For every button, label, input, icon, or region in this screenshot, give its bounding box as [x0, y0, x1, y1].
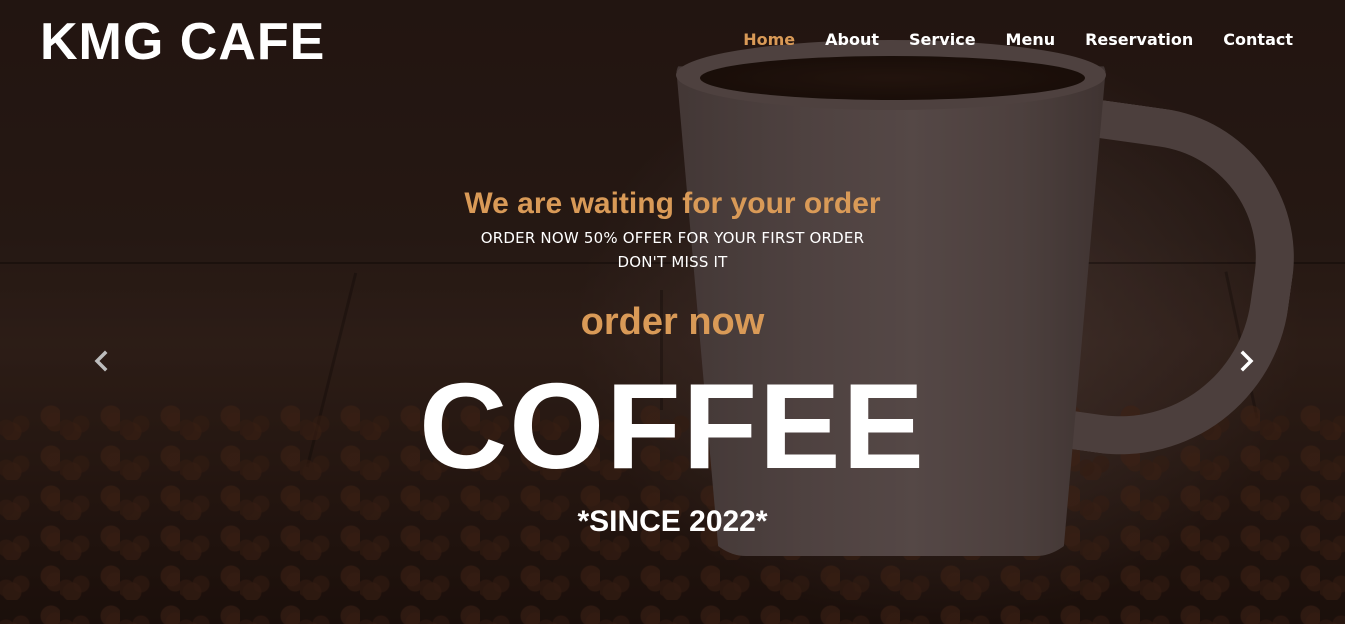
- main-nav: Home About Service Menu Reservation Cont…: [743, 28, 1293, 52]
- nav-about-link[interactable]: About: [825, 28, 879, 52]
- hero-subheading: We are waiting for your order: [464, 187, 881, 220]
- carousel-next-button[interactable]: [1234, 346, 1260, 376]
- promo-line-1: ORDER NOW 50% OFFER FOR YOUR FIRST ORDER: [480, 229, 865, 247]
- since-text: *SINCE 2022*: [577, 505, 768, 538]
- hero-headline: COFFEE: [419, 358, 926, 494]
- nav-reservation-link[interactable]: Reservation: [1085, 28, 1193, 52]
- nav-service-link[interactable]: Service: [909, 28, 976, 52]
- nav-menu-link[interactable]: Menu: [1006, 28, 1056, 52]
- nav-home-link[interactable]: Home: [743, 28, 795, 52]
- carousel-prev-button[interactable]: [88, 346, 114, 376]
- nav-contact-link[interactable]: Contact: [1223, 28, 1293, 52]
- chevron-right-icon: [1240, 350, 1254, 372]
- hero-content: We are waiting for your order ORDER NOW …: [0, 184, 1345, 540]
- site-logo[interactable]: KMG CAFE: [40, 12, 325, 72]
- promo-line-2: DON'T MISS IT: [617, 253, 728, 271]
- order-now-link[interactable]: order now: [581, 300, 765, 344]
- chevron-left-icon: [94, 350, 108, 372]
